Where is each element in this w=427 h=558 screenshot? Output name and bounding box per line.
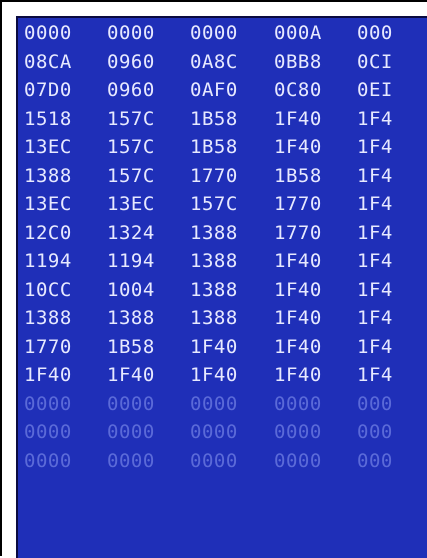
hex-cell[interactable]: 1F40 — [274, 304, 322, 332]
hex-cell[interactable]: 1770 — [24, 333, 72, 361]
hex-cell[interactable]: 1F4 — [357, 247, 393, 275]
hex-cell[interactable]: 12C0 — [24, 219, 72, 247]
hex-cell[interactable]: 1F40 — [24, 361, 72, 389]
hex-cell[interactable]: 1F4 — [357, 333, 393, 361]
hex-cell[interactable]: 000A — [274, 19, 322, 47]
hex-cell[interactable]: 157C — [107, 105, 155, 133]
hex-cell[interactable]: 0000 — [274, 418, 322, 446]
hex-cell[interactable]: 1388 — [190, 219, 238, 247]
hex-cell[interactable]: 0000 — [190, 447, 238, 475]
window-frame: 0000 0000 0000 000A 000 08CA 0960 0A8C 0BB8 0CI 07… — [0, 0, 427, 558]
hex-cell[interactable]: 0000 — [274, 447, 322, 475]
hex-cell[interactable]: 0000 — [107, 418, 155, 446]
hex-cell[interactable]: 1F4 — [357, 190, 393, 218]
hex-cell[interactable]: 0000 — [107, 447, 155, 475]
hex-cell[interactable]: 0AF0 — [190, 76, 238, 104]
hex-cell[interactable]: 1F40 — [190, 333, 238, 361]
hex-cell[interactable]: 0BB8 — [274, 48, 322, 76]
hex-cell[interactable]: 07D0 — [24, 76, 72, 104]
hex-cell[interactable]: 1388 — [24, 162, 72, 190]
hex-cell[interactable]: 0EI — [357, 76, 393, 104]
hex-cell[interactable]: 1F4 — [357, 162, 393, 190]
hex-cell[interactable]: 1F40 — [274, 333, 322, 361]
hex-cell[interactable]: 1F40 — [274, 276, 322, 304]
hex-cell[interactable]: 1F40 — [274, 247, 322, 275]
hex-cell[interactable]: 1324 — [107, 219, 155, 247]
hex-cell[interactable]: 1F40 — [274, 133, 322, 161]
hex-cell[interactable]: 1F4 — [357, 361, 393, 389]
hex-cell[interactable]: 13EC — [107, 190, 155, 218]
hex-cell[interactable]: 0960 — [107, 48, 155, 76]
hex-cell[interactable]: 0A8C — [190, 48, 238, 76]
hex-cell[interactable]: 1388 — [190, 304, 238, 332]
hex-cell[interactable]: 0000 — [190, 390, 238, 418]
hex-cell[interactable]: 08CA — [24, 48, 72, 76]
hex-cell[interactable]: 0000 — [24, 19, 72, 47]
hex-cell[interactable]: 157C — [190, 190, 238, 218]
hex-cell[interactable]: 0960 — [107, 76, 155, 104]
hex-cell[interactable]: 1194 — [107, 247, 155, 275]
hex-data-panel[interactable]: 0000 0000 0000 000A 000 08CA 0960 0A8C 0BB8 0CI 07… — [16, 16, 427, 558]
hex-cell[interactable]: 157C — [107, 133, 155, 161]
hex-cell[interactable]: 1004 — [107, 276, 155, 304]
hex-cell[interactable]: 1F4 — [357, 105, 393, 133]
hex-cell[interactable]: 000 — [357, 390, 393, 418]
hex-cell[interactable]: 1388 — [107, 304, 155, 332]
hex-cell[interactable]: 1518 — [24, 105, 72, 133]
hex-cell[interactable]: 000 — [357, 447, 393, 475]
hex-cell[interactable]: 0000 — [190, 19, 238, 47]
hex-cell[interactable]: 13EC — [24, 190, 72, 218]
hex-cell[interactable]: 1F40 — [274, 105, 322, 133]
hex-cell[interactable]: 0CI — [357, 48, 393, 76]
hex-cell[interactable]: 1388 — [190, 247, 238, 275]
hex-cell[interactable]: 0000 — [190, 418, 238, 446]
hex-cell[interactable]: 1388 — [24, 304, 72, 332]
hex-cell[interactable]: 1F40 — [107, 361, 155, 389]
hex-cell[interactable]: 1B58 — [190, 105, 238, 133]
hex-cell[interactable]: 10CC — [24, 276, 72, 304]
hex-cell[interactable]: 1F4 — [357, 276, 393, 304]
hex-cell[interactable]: 0000 — [24, 390, 72, 418]
hex-cell[interactable]: 0000 — [24, 447, 72, 475]
hex-cell[interactable]: 0C80 — [274, 76, 322, 104]
hex-cell[interactable]: 1F4 — [357, 133, 393, 161]
hex-cell[interactable]: 0000 — [107, 390, 155, 418]
hex-cell[interactable]: 1F4 — [357, 219, 393, 247]
hex-cell[interactable]: 1F40 — [274, 361, 322, 389]
hex-cell[interactable]: 1770 — [274, 190, 322, 218]
hex-cell[interactable]: 1F40 — [190, 361, 238, 389]
hex-cell[interactable]: 157C — [107, 162, 155, 190]
hex-cell[interactable]: 1770 — [190, 162, 238, 190]
hex-cell[interactable]: 1B58 — [274, 162, 322, 190]
hex-cell[interactable]: 0000 — [274, 390, 322, 418]
hex-cell[interactable]: 1194 — [24, 247, 72, 275]
hex-cell[interactable]: 1F4 — [357, 304, 393, 332]
hex-cell[interactable]: 1B58 — [190, 133, 238, 161]
hex-cell[interactable]: 000 — [357, 418, 393, 446]
hex-cell[interactable]: 1B58 — [107, 333, 155, 361]
hex-cell[interactable]: 13EC — [24, 133, 72, 161]
hex-cell[interactable]: 1388 — [190, 276, 238, 304]
hex-cell[interactable]: 0000 — [24, 418, 72, 446]
hex-cell[interactable]: 0000 — [107, 19, 155, 47]
hex-cell[interactable]: 000 — [357, 19, 393, 47]
hex-cell[interactable]: 1770 — [274, 219, 322, 247]
